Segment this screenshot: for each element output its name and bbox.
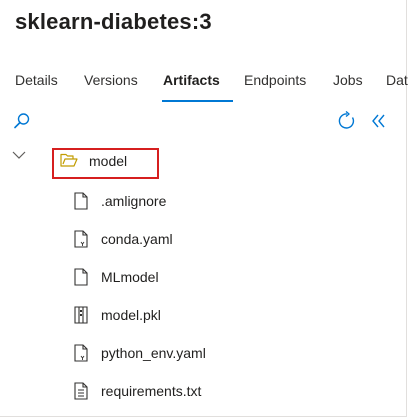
file-name: MLmodel [101, 269, 159, 285]
page-title: sklearn-diabetes:3 [15, 9, 212, 34]
tab-endpoints[interactable]: Endpoints [244, 70, 306, 90]
tab-artifacts[interactable]: Artifacts [163, 70, 220, 90]
file-name: .amlignore [101, 193, 167, 209]
tab-bar: Details Versions Artifacts Endpoints Job… [15, 70, 408, 102]
tab-data[interactable]: Dat [386, 70, 408, 90]
active-tab-indicator [162, 100, 233, 102]
refresh-icon[interactable] [337, 111, 357, 131]
folder-open-icon [60, 153, 78, 169]
search-icon[interactable] [12, 111, 32, 131]
tab-versions[interactable]: Versions [84, 70, 138, 90]
tab-details[interactable]: Details [15, 70, 58, 90]
tree-file-model-pkl[interactable] [66, 302, 266, 328]
text-file-icon [73, 382, 89, 400]
file-name: conda.yaml [101, 231, 173, 247]
file-name: requirements.txt [101, 383, 202, 399]
folder-name: model [89, 153, 128, 169]
yaml-file-icon [73, 344, 89, 362]
binary-file-icon [73, 306, 89, 324]
tab-jobs[interactable]: Jobs [333, 70, 363, 90]
tree-file-mlmodel[interactable] [66, 264, 266, 290]
yaml-file-icon [73, 230, 89, 248]
document-icon [73, 192, 89, 210]
double-chevron-left-icon[interactable] [369, 111, 389, 131]
file-name: model.pkl [101, 307, 161, 323]
chevron-down-icon[interactable] [11, 148, 27, 162]
document-icon [73, 268, 89, 286]
file-name: python_env.yaml [101, 345, 206, 361]
